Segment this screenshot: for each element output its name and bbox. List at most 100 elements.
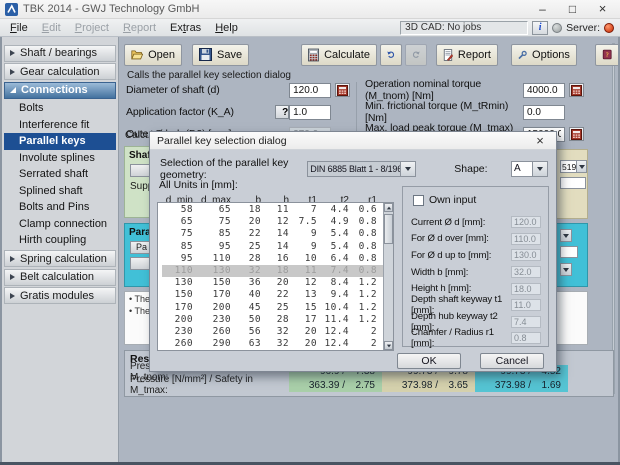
sidebar-item-bolts-and-pins[interactable]: Bolts and Pins bbox=[4, 199, 116, 216]
application-window: TBK 2014 - GWJ Technology GmbH – □ × Fil… bbox=[0, 0, 620, 465]
chevron-down-icon[interactable] bbox=[533, 161, 548, 177]
server-led-icon bbox=[604, 23, 614, 33]
chevron-down-icon[interactable] bbox=[577, 160, 587, 173]
chevron-down-icon[interactable] bbox=[560, 229, 572, 242]
table-row[interactable]: 1101303218117.40.8 bbox=[162, 265, 383, 277]
table-cell: 7 bbox=[289, 204, 317, 216]
cad-status-box: 3D CAD: No jobs bbox=[400, 21, 528, 35]
table-cell: 7.4 bbox=[317, 265, 349, 277]
menu-items: FileEditProjectReportExtrasHelp bbox=[3, 22, 245, 34]
table-cell: 260 bbox=[193, 326, 231, 338]
sidebar-section-belt-calculation[interactable]: Belt calculation bbox=[4, 269, 116, 286]
table-cell: 0.8 bbox=[349, 241, 377, 253]
table-row[interactable]: 8595251495.40.8 bbox=[162, 241, 383, 253]
sidebar-item-splined-shaft[interactable]: Splined shaft bbox=[4, 183, 116, 200]
calculator-mini-button[interactable] bbox=[569, 127, 584, 141]
help-question-button[interactable]: ? bbox=[275, 105, 289, 119]
open-folder-icon bbox=[131, 48, 143, 61]
sidebar-item-hirth-coupling[interactable]: Hirth coupling bbox=[4, 232, 116, 249]
table-row[interactable]: 951102816106.40.8 bbox=[162, 253, 383, 265]
table-cell: 170 bbox=[193, 289, 231, 301]
triangle-collapsed-icon bbox=[10, 293, 15, 299]
table-row[interactable]: 1301503620128.41.2 bbox=[162, 277, 383, 289]
sidebar-item-interference-fit[interactable]: Interference fit bbox=[4, 117, 116, 134]
shaft-diameter-input[interactable] bbox=[289, 83, 331, 98]
table-row[interactable]: 20023050281711.41.2 bbox=[162, 314, 383, 326]
key-table-body: 5865181174.40.6657520127.54.90.875852214… bbox=[158, 204, 383, 350]
calculator-mini-button[interactable] bbox=[569, 83, 584, 97]
frictional-torque-input[interactable] bbox=[523, 105, 565, 120]
settings-combo[interactable] bbox=[560, 229, 587, 242]
table-scrollbar[interactable] bbox=[383, 203, 393, 350]
minimize-button[interactable]: – bbox=[530, 1, 555, 18]
settings-field[interactable] bbox=[560, 246, 578, 258]
application-factor-input[interactable] bbox=[289, 105, 331, 120]
chevron-down-icon[interactable] bbox=[401, 161, 416, 177]
sidebar-item-serrated-shaft[interactable]: Serrated shaft bbox=[4, 166, 116, 183]
table-cell: 20 bbox=[289, 326, 317, 338]
material-combo[interactable]: 519 bbox=[560, 160, 587, 173]
table-row[interactable]: 26029063322012.42 bbox=[162, 338, 383, 350]
menu-help[interactable]: Help bbox=[208, 22, 245, 34]
chevron-down-icon[interactable] bbox=[560, 263, 572, 276]
calculate-button[interactable]: Calculate bbox=[301, 44, 377, 66]
table-row[interactable]: 5865181174.40.6 bbox=[162, 204, 383, 216]
field-label: Min. frictional torque (M_tRmin) [Nm] bbox=[365, 100, 523, 124]
table-cell: 0.8 bbox=[349, 216, 377, 228]
nominal-torque-input[interactable] bbox=[523, 83, 565, 98]
table-row[interactable]: 7585221495.40.8 bbox=[162, 228, 383, 240]
menu-bar: FileEditProjectReportExtrasHelp 3D CAD: … bbox=[0, 19, 620, 37]
form-row-nominal-torque: Operation nominal torque (M_tnom) [Nm] bbox=[365, 82, 610, 98]
geometry-combo[interactable]: DIN 6885 Blatt 1 - 8/1968 bbox=[307, 161, 416, 177]
sidebar-item-clamp-connection[interactable]: Clamp connection bbox=[4, 216, 116, 233]
dialog-close-icon[interactable]: × bbox=[531, 133, 549, 148]
cancel-button[interactable]: Cancel bbox=[480, 353, 544, 369]
close-button[interactable]: × bbox=[590, 1, 615, 18]
scroll-down-icon[interactable] bbox=[384, 341, 393, 350]
options-button[interactable]: Options bbox=[511, 44, 577, 66]
own-input-row: Current Ø d [mm]: bbox=[411, 214, 541, 231]
sidebar-section-connections[interactable]: Connections bbox=[4, 82, 116, 99]
help-button[interactable]: ? Help bbox=[595, 44, 620, 66]
scroll-up-icon[interactable] bbox=[384, 203, 393, 212]
own-input-checkbox[interactable] bbox=[413, 195, 424, 206]
shape-combo[interactable]: A bbox=[511, 161, 548, 177]
sidebar-item-parallel-keys[interactable]: Parallel keys bbox=[4, 133, 116, 150]
sidebar-section-shaft-bearings[interactable]: Shaft / bearings bbox=[4, 45, 116, 62]
settings-combo[interactable] bbox=[560, 263, 587, 276]
menu-file[interactable]: File bbox=[3, 22, 35, 34]
scrollbar-thumb[interactable] bbox=[384, 214, 393, 244]
calculator-mini-button[interactable] bbox=[335, 83, 350, 97]
triangle-collapsed-icon bbox=[10, 256, 15, 262]
table-row[interactable]: 657520127.54.90.8 bbox=[162, 216, 383, 228]
info-icon[interactable]: i bbox=[532, 21, 548, 35]
undo-button[interactable] bbox=[380, 44, 402, 66]
result-value: 373.98 / bbox=[382, 380, 438, 391]
menu-extras[interactable]: Extras bbox=[163, 22, 208, 34]
table-cell: 12.4 bbox=[317, 326, 349, 338]
material-field[interactable] bbox=[560, 177, 586, 189]
own-input-row: For Ø d up to [mm]: bbox=[411, 247, 541, 264]
table-row[interactable]: 1501704022139.41.2 bbox=[162, 289, 383, 301]
sidebar-section-spring-calculation[interactable]: Spring calculation bbox=[4, 250, 116, 267]
report-button[interactable]: Report bbox=[436, 44, 498, 66]
undo-icon bbox=[387, 49, 395, 60]
sidebar-section-gratis-modules[interactable]: Gratis modules bbox=[4, 287, 116, 304]
table-cell: 12 bbox=[289, 277, 317, 289]
maximize-button[interactable]: □ bbox=[560, 1, 585, 18]
sidebar-item-involute-splines[interactable]: Involute splines bbox=[4, 150, 116, 167]
open-button[interactable]: Open bbox=[124, 44, 182, 66]
sidebar-label: Serrated shaft bbox=[19, 168, 88, 180]
notes-panel-right-fragment bbox=[556, 291, 588, 345]
table-cell: 20 bbox=[289, 338, 317, 350]
sidebar-section-gear-calculation[interactable]: Gear calculation bbox=[4, 63, 116, 80]
ok-button[interactable]: OK bbox=[397, 353, 461, 369]
table-row[interactable]: 23026056322012.42 bbox=[162, 326, 383, 338]
save-button[interactable]: Save bbox=[192, 44, 249, 66]
result-label: Pressure [N/mm²] / Safety in M_tmax: bbox=[125, 374, 289, 396]
field-label: Height h [mm]: bbox=[411, 283, 471, 294]
sidebar-item-bolts[interactable]: Bolts bbox=[4, 100, 116, 117]
table-cell: 9 bbox=[289, 228, 317, 240]
own-input-checkbox-row[interactable]: Own input bbox=[413, 194, 476, 206]
table-row[interactable]: 17020045251510.41.2 bbox=[162, 302, 383, 314]
